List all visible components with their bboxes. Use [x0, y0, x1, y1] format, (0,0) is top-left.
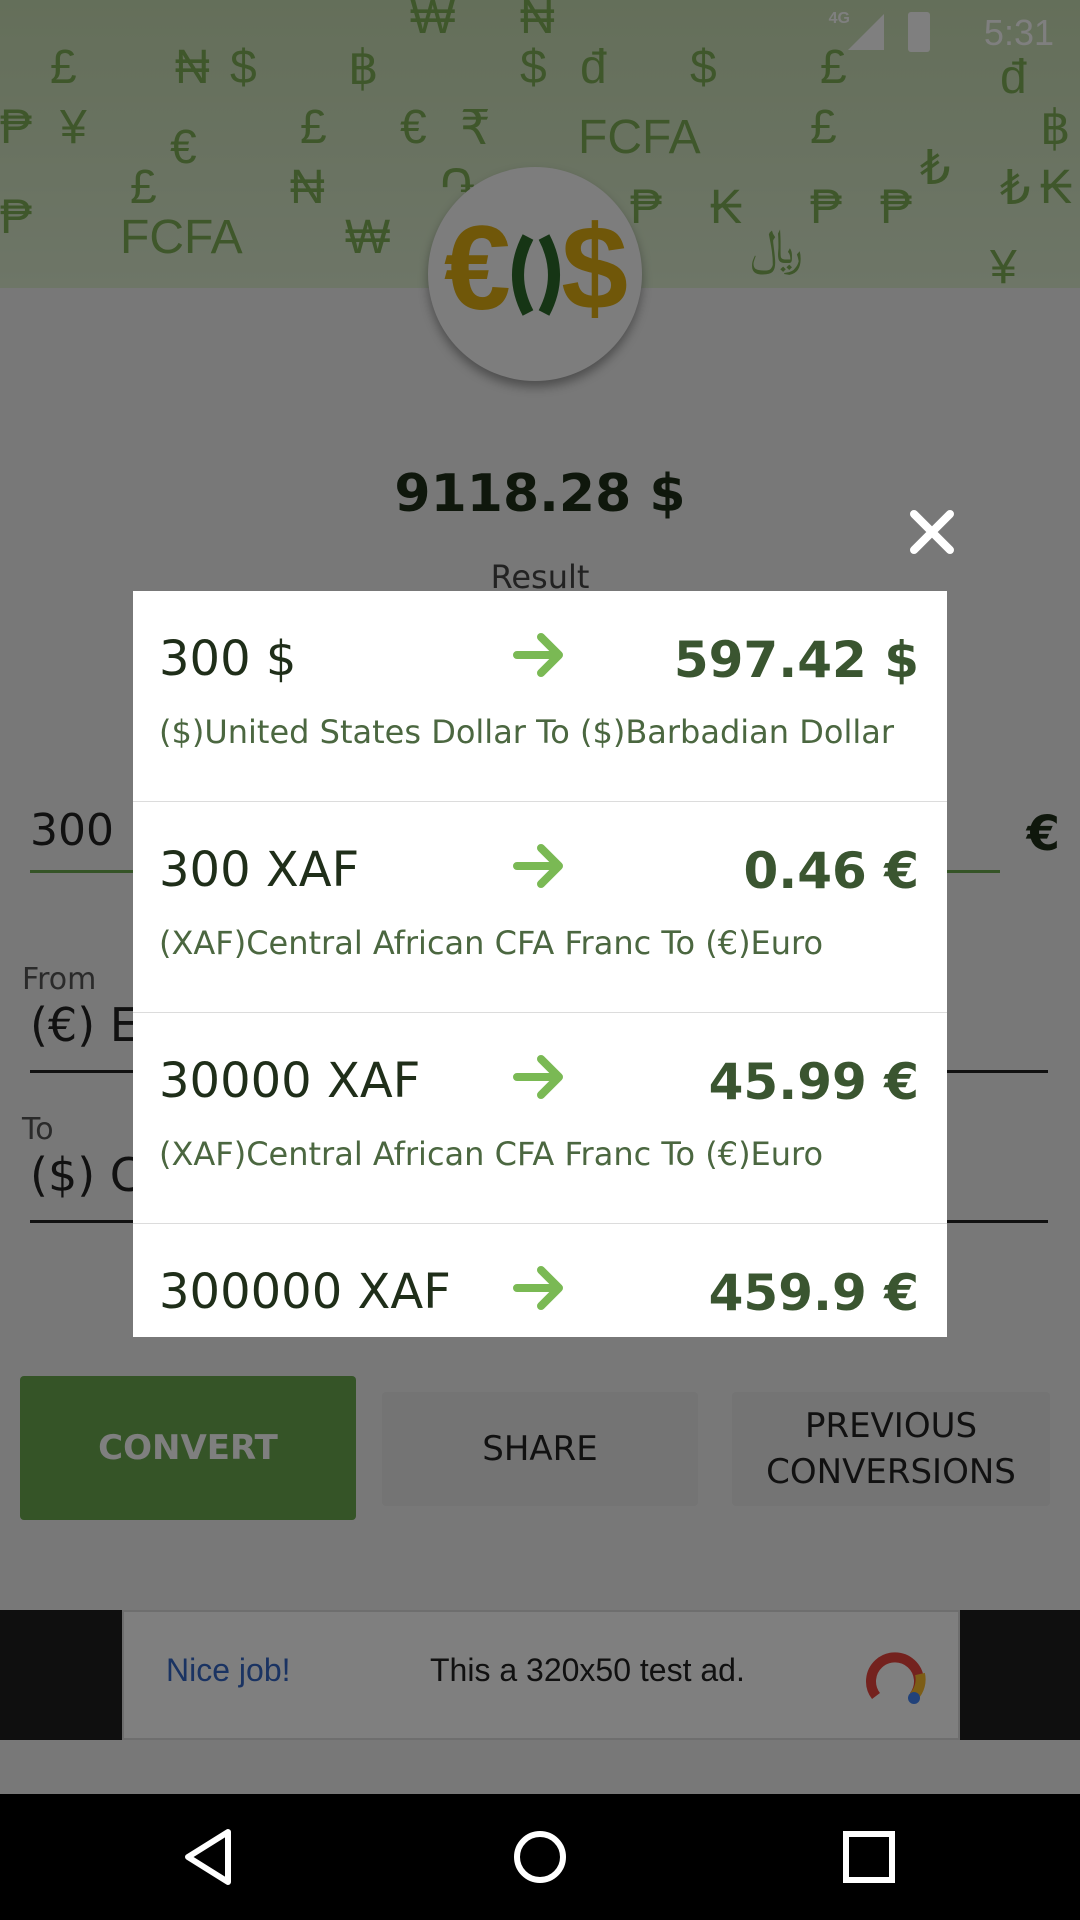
row-result: 0.46 € — [743, 842, 919, 900]
back-icon[interactable] — [178, 1824, 244, 1890]
recents-icon[interactable] — [836, 1824, 902, 1890]
row-description: (XAF)Central African CFA Franc To (€)Eur… — [159, 924, 824, 962]
row-result: 45.99 € — [708, 1053, 919, 1111]
navigation-bar — [0, 1794, 1080, 1920]
conversion-row[interactable]: 300 XAF 0.46 € (XAF)Central African CFA … — [133, 802, 947, 1013]
row-amount: 300000 XAF — [159, 1264, 451, 1320]
row-description: (XAF)Central African CFA Franc To (€)Eur… — [159, 1135, 824, 1173]
arrow-right-icon — [513, 633, 563, 677]
row-description: ($)United States Dollar To ($)Barbadian … — [159, 713, 894, 751]
row-result: 597.42 $ — [673, 631, 919, 689]
conversion-row[interactable]: 300000 XAF 459.9 € — [133, 1224, 947, 1337]
arrow-right-icon — [513, 1266, 563, 1310]
conversions-dialog: 300 $ 597.42 $ ($)United States Dollar T… — [133, 591, 947, 1337]
row-amount: 300 XAF — [159, 842, 360, 898]
arrow-right-icon — [513, 1055, 563, 1099]
arrow-right-icon — [513, 844, 563, 888]
row-result: 459.9 € — [708, 1264, 919, 1322]
close-icon[interactable] — [906, 506, 958, 558]
row-amount: 30000 XAF — [159, 1053, 421, 1109]
home-icon[interactable] — [507, 1824, 573, 1890]
conversion-row[interactable]: 30000 XAF 45.99 € (XAF)Central African C… — [133, 1013, 947, 1224]
conversion-row[interactable]: 300 $ 597.42 $ ($)United States Dollar T… — [133, 591, 947, 802]
row-amount: 300 $ — [159, 631, 297, 687]
